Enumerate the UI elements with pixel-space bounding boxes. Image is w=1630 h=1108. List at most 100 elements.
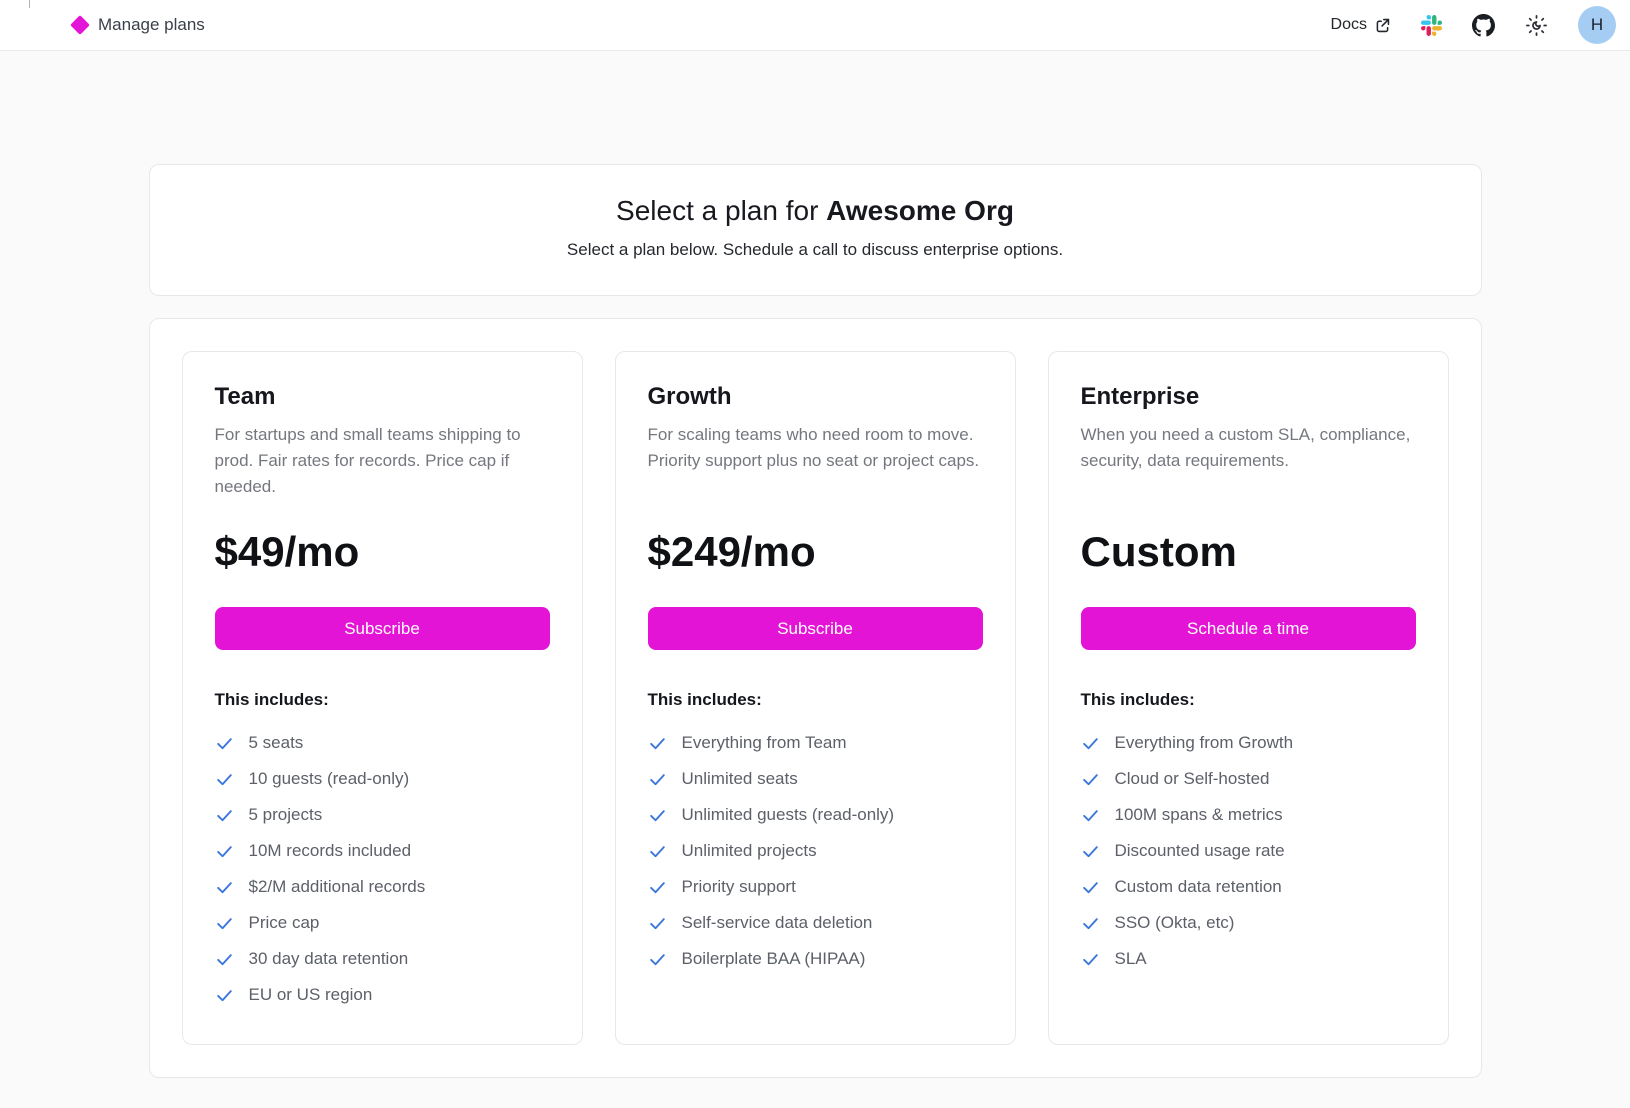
plan-price: $249/mo [648, 524, 983, 580]
plan-cta-button[interactable]: Schedule a time [1081, 607, 1416, 650]
app-brand[interactable]: Manage plans [73, 15, 205, 35]
feature-item: Custom data retention [1081, 869, 1416, 905]
feature-list: Everything from Growth Cloud or Self-hos… [1081, 725, 1416, 977]
plans-container: Team For startups and small teams shippi… [149, 318, 1482, 1078]
plan-price: $49/mo [215, 524, 550, 580]
feature-item: Boilerplate BAA (HIPAA) [648, 941, 983, 977]
feature-label: Custom data retention [1115, 877, 1282, 897]
feature-item: Priority support [648, 869, 983, 905]
feature-list: Everything from Team Unlimited seats Unl… [648, 725, 983, 977]
select-plan-subtitle: Select a plan below. Schedule a call to … [174, 238, 1457, 262]
feature-item: EU or US region [215, 977, 550, 1013]
feature-label: 5 seats [249, 733, 304, 753]
feature-label: Unlimited projects [682, 841, 817, 861]
plan-card-team: Team For startups and small teams shippi… [182, 351, 583, 1045]
feature-label: $2/M additional records [249, 877, 426, 897]
feature-label: SLA [1115, 949, 1147, 969]
feature-label: Boilerplate BAA (HIPAA) [682, 949, 866, 969]
feature-item: Cloud or Self-hosted [1081, 761, 1416, 797]
feature-label: 5 projects [249, 805, 323, 825]
plan-header-card: Select a plan for Awesome Org Select a p… [149, 164, 1482, 296]
select-plan-title: Select a plan for Awesome Org [174, 192, 1457, 230]
check-icon [215, 878, 234, 897]
feature-label: Priority support [682, 877, 796, 897]
feature-item: 10M records included [215, 833, 550, 869]
sun-moon-icon [1525, 14, 1548, 37]
feature-item: 5 projects [215, 797, 550, 833]
check-icon [648, 734, 667, 753]
check-icon [215, 842, 234, 861]
plan-cta-button[interactable]: Subscribe [648, 607, 983, 650]
topbar: Manage plans Docs [0, 0, 1630, 51]
feature-item: 100M spans & metrics [1081, 797, 1416, 833]
check-icon [215, 806, 234, 825]
feature-label: Self-service data deletion [682, 913, 873, 933]
cursor-artifact [29, 0, 30, 8]
feature-label: Everything from Growth [1115, 733, 1294, 753]
feature-label: 10M records included [249, 841, 412, 861]
feature-label: 100M spans & metrics [1115, 805, 1283, 825]
select-plan-title-prefix: Select a plan for [616, 195, 818, 226]
feature-item: Self-service data deletion [648, 905, 983, 941]
feature-item: Everything from Growth [1081, 725, 1416, 761]
feature-label: Unlimited seats [682, 769, 798, 789]
topbar-actions: Docs [1331, 6, 1616, 44]
plan-price: Custom [1081, 524, 1416, 580]
feature-list: 5 seats 10 guests (read-only) 5 projects… [215, 725, 550, 1013]
check-icon [215, 770, 234, 789]
avatar[interactable]: H [1578, 6, 1616, 44]
feature-item: Unlimited projects [648, 833, 983, 869]
check-icon [1081, 770, 1100, 789]
feature-item: Everything from Team [648, 725, 983, 761]
org-name: Awesome Org [826, 195, 1014, 226]
check-icon [648, 770, 667, 789]
check-icon [215, 986, 234, 1005]
check-icon [1081, 734, 1100, 753]
plan-description: When you need a custom SLA, compliance, … [1081, 422, 1416, 500]
feature-item: Unlimited seats [648, 761, 983, 797]
feature-item: 30 day data retention [215, 941, 550, 977]
plan-cta-button[interactable]: Subscribe [215, 607, 550, 650]
check-icon [1081, 806, 1100, 825]
slack-button[interactable] [1421, 15, 1442, 36]
feature-label: SSO (Okta, etc) [1115, 913, 1235, 933]
plan-name: Growth [648, 382, 983, 412]
includes-label: This includes: [1081, 689, 1416, 711]
theme-toggle-button[interactable] [1525, 14, 1548, 37]
feature-label: 30 day data retention [249, 949, 409, 969]
feature-label: 10 guests (read-only) [249, 769, 410, 789]
plan-card-enterprise: Enterprise When you need a custom SLA, c… [1048, 351, 1449, 1045]
check-icon [1081, 950, 1100, 969]
feature-item: SSO (Okta, etc) [1081, 905, 1416, 941]
check-icon [215, 914, 234, 933]
includes-label: This includes: [648, 689, 983, 711]
feature-item: $2/M additional records [215, 869, 550, 905]
docs-link[interactable]: Docs [1331, 16, 1391, 34]
check-icon [1081, 914, 1100, 933]
plan-card-growth: Growth For scaling teams who need room t… [615, 351, 1016, 1045]
check-icon [648, 842, 667, 861]
external-link-icon [1374, 17, 1391, 34]
page-title: Manage plans [98, 15, 205, 35]
feature-label: Everything from Team [682, 733, 847, 753]
docs-link-label: Docs [1331, 16, 1367, 34]
plans-grid: Team For startups and small teams shippi… [182, 351, 1449, 1045]
avatar-letter: H [1591, 15, 1603, 35]
check-icon [648, 950, 667, 969]
feature-item: Price cap [215, 905, 550, 941]
feature-item: Discounted usage rate [1081, 833, 1416, 869]
feature-item: 5 seats [215, 725, 550, 761]
check-icon [1081, 878, 1100, 897]
slack-icon [1421, 15, 1442, 36]
feature-label: EU or US region [249, 985, 373, 1005]
check-icon [1081, 842, 1100, 861]
check-icon [215, 734, 234, 753]
feature-label: Unlimited guests (read-only) [682, 805, 895, 825]
github-icon [1472, 14, 1495, 37]
feature-label: Cloud or Self-hosted [1115, 769, 1270, 789]
github-button[interactable] [1472, 14, 1495, 37]
plan-name: Enterprise [1081, 382, 1416, 412]
includes-label: This includes: [215, 689, 550, 711]
check-icon [648, 806, 667, 825]
diamond-logo-icon [70, 15, 90, 35]
